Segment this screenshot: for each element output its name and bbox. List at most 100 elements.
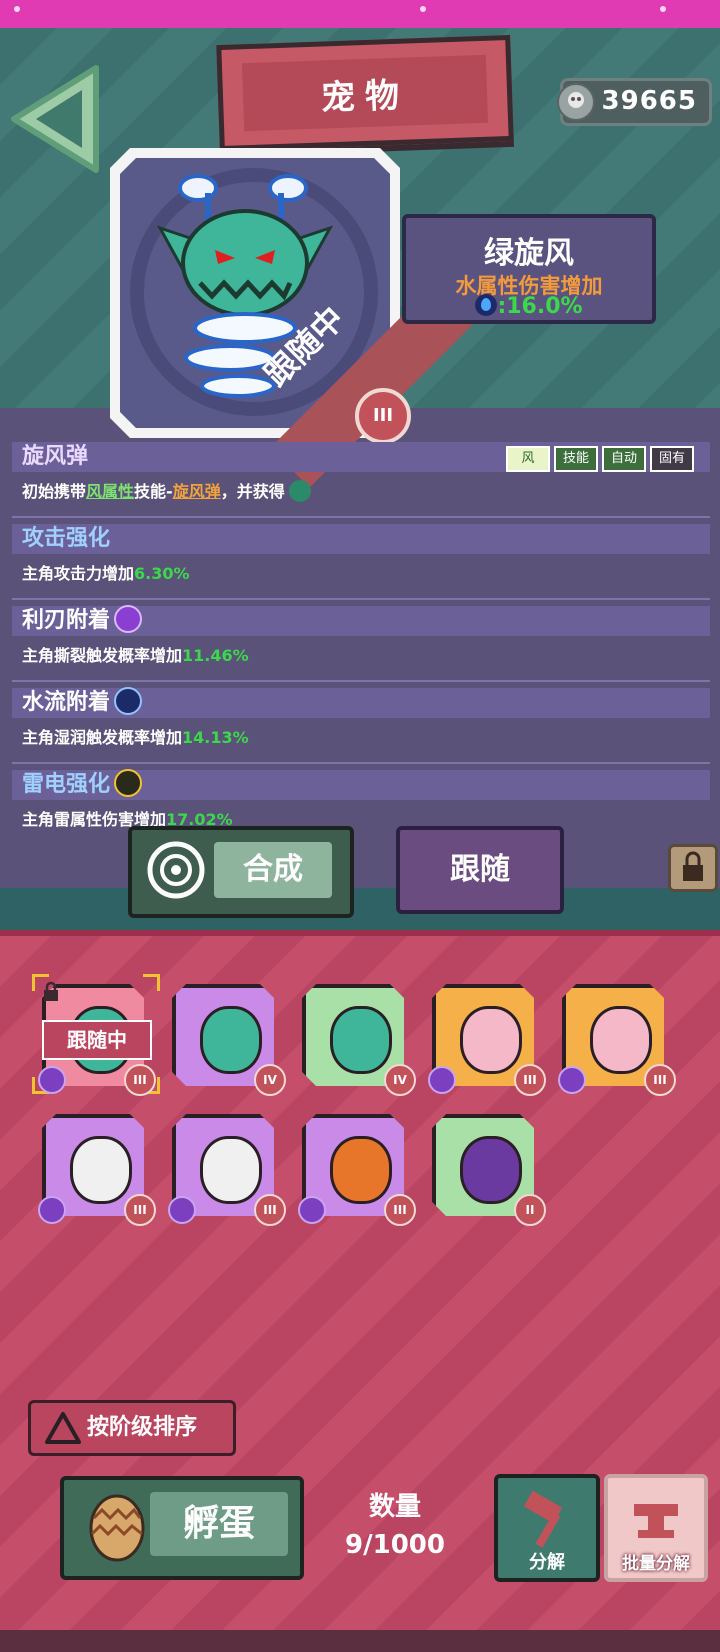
decompose-button[interactable]: 分解 [494,1474,600,1582]
water-drop-icon [114,687,143,715]
follow-label: 跟随 [450,852,510,887]
skill-title: 雷电强化 [22,772,111,797]
skill-description: 主角撕裂触发概率增加11.46% [22,642,249,666]
skill-item: 利刃附着 主角撕裂触发概率增加11.46% [12,605,710,682]
skill-description: 初始携带风属性技能-旋风弹，并获得 [22,478,311,504]
pet-thumbnail [330,1136,392,1204]
divider [12,680,710,682]
skill-tag-skill: 技能 [554,446,598,472]
card-rank-badge: IV [384,1064,416,1096]
skill-tag-innate: 固有 [650,446,694,472]
egg-icon [89,1494,145,1562]
lock-icon [40,980,62,1002]
pet-attribute-value: :16.0% [497,294,583,319]
skill-value: 11.46% [182,646,249,665]
skill-item: 旋风弹 风 技能 自动 固有 初始携带风属性技能-旋风弹，并获得 [12,442,710,518]
decompose-label: 分解 [529,1552,565,1573]
skill-value: 14.13% [182,728,249,747]
divider [12,598,710,600]
skill-title-bar [12,524,710,554]
decoration [660,6,666,12]
triangle-icon [45,1412,81,1444]
blade-icon [114,605,143,633]
decoration [14,6,20,12]
skill-value: 6.30% [134,564,190,583]
quantity-label: 数量 [368,1492,421,1522]
desc-text: 初始携带 [22,482,87,501]
currency-value: 39665 [601,86,697,116]
follow-button[interactable]: 跟随 [396,826,564,914]
pet-thumbnail [590,1006,652,1074]
page-title: 宠物 [320,75,410,119]
card-follow-label: 跟随中 [42,1020,152,1060]
element-icon [38,1066,66,1094]
desc-text: 技能- [134,482,173,501]
card-rank-badge: III [254,1194,286,1226]
pet-thumbnail [460,1136,522,1204]
compose-button[interactable]: 合成 [128,826,354,918]
divider [12,516,710,518]
element-icon [168,1196,196,1224]
hatch-label: 孵蛋 [182,1503,255,1544]
currency-display: 39665 [557,78,712,126]
skill-title-row: 雷电强化 [22,769,143,800]
skill-title: 利刃附着 [22,608,111,633]
element-icon [38,1196,66,1224]
batch-decompose-button[interactable]: 批量分解 [604,1474,708,1582]
title-plaque: 宠物 [216,34,514,152]
skill-title-row: 水流附着 [22,687,143,718]
skill-title-row: 利刃附着 [22,605,143,636]
wind-attribute-link[interactable]: 风属性 [86,482,134,501]
card-rank-badge: IV [254,1064,286,1096]
hammer-icon [523,1490,563,1548]
water-drop-icon [475,294,498,316]
top-strip [0,0,720,28]
card-rank-badge: III [124,1064,156,1096]
skill-tag-wind: 风 [506,446,550,472]
batch-decompose-label: 批量分解 [622,1554,690,1574]
pet-thumbnail [330,1006,392,1074]
pet-thumbnail [70,1136,132,1204]
pet-name-panel: 绿旋风 水属性伤害增加 :16.0% [402,214,656,324]
pet-name: 绿旋风 [484,236,574,271]
skull-coin-icon [557,83,595,121]
element-icon [298,1196,326,1224]
desc-text: ，并获得 [220,482,285,501]
decoration [420,6,426,12]
element-icon [428,1066,456,1094]
pet-thumbnail [460,1006,522,1074]
desc-text: 主角撕裂触发概率增加 [22,646,183,665]
compose-label: 合成 [243,852,303,887]
skill-description: 主角攻击力增加6.30% [22,560,190,584]
skill-description: 主角湿润触发概率增加14.13% [22,724,249,748]
skill-title: 旋风弹 [22,444,89,469]
vortex-icon [146,840,206,900]
lock-button[interactable] [668,844,718,892]
frame-corner [143,974,160,991]
quantity-value: 9/1000 [345,1530,445,1560]
lightning-icon [114,769,143,797]
divider [12,762,710,764]
lock-icon [683,851,703,881]
skill-link[interactable]: 旋风弹 [173,482,221,501]
desc-text: 主角湿润触发概率增加 [22,728,183,747]
desc-text: 主角攻击力增加 [22,564,135,583]
card-rank-badge: III [384,1194,416,1226]
skill-item: 攻击强化 主角攻击力增加6.30% [12,524,710,600]
element-icon [558,1066,586,1094]
skill-title: 攻击强化 [22,526,111,551]
card-rank-badge: II [514,1194,546,1226]
back-button[interactable] [8,60,108,178]
sort-label: 按阶级排序 [87,1415,198,1440]
card-rank-badge: III [514,1064,546,1096]
pet-thumbnail [200,1006,262,1074]
back-arrow-icon [11,65,99,173]
wind-icon [288,479,311,502]
pet-thumbnail [200,1136,262,1204]
sort-by-rank-button[interactable]: 按阶级排序 [28,1400,236,1456]
inventory-footer [0,1630,720,1652]
card-rank-badge: III [124,1194,156,1226]
skill-item: 雷电强化 主角雷属性伤害增加17.02% [12,769,710,830]
rank-badge: III [355,388,411,444]
hatch-egg-button[interactable]: 孵蛋 [60,1476,304,1580]
